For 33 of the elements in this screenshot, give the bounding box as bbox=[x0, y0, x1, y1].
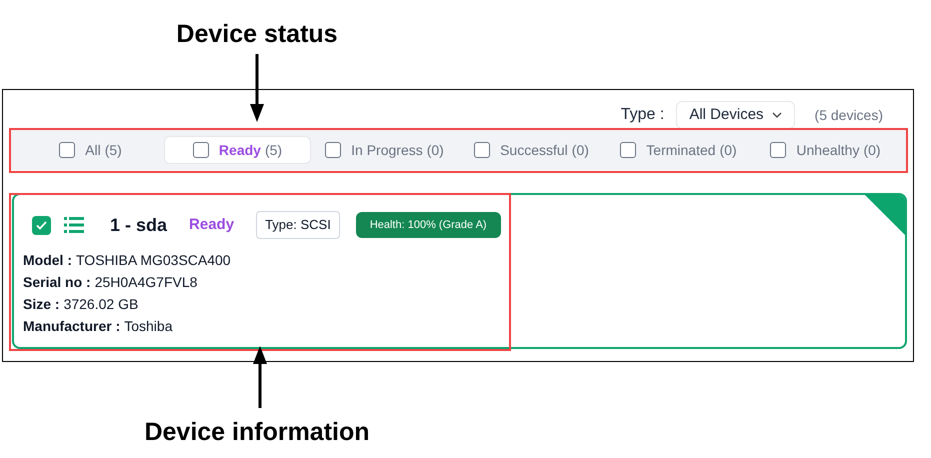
annotation-label: Device information bbox=[144, 417, 370, 448]
check-icon bbox=[36, 220, 47, 230]
device-status: Ready bbox=[189, 214, 234, 235]
field-value: 25H0A4G7FVL8 bbox=[94, 273, 198, 291]
annotation-label: Device status bbox=[176, 19, 338, 50]
checkbox[interactable] bbox=[325, 142, 342, 158]
device-count: (5 devices) bbox=[814, 106, 883, 125]
type-label: Type : bbox=[620, 105, 664, 125]
field-value: Toshiba bbox=[124, 317, 172, 335]
device-name: 1 - sda bbox=[110, 214, 168, 236]
field-label: Manufacturer : bbox=[23, 317, 120, 335]
field-value: TOSHIBA MG03SCA400 bbox=[76, 251, 231, 269]
field-value: 3726.02 GB bbox=[64, 295, 138, 313]
checkbox[interactable] bbox=[192, 142, 209, 158]
status-tab[interactable]: Ready (5) bbox=[164, 136, 311, 164]
health-tag: Health: 100% (Grade A) bbox=[356, 212, 501, 238]
type-dropdown[interactable]: All Devices bbox=[676, 101, 795, 129]
checkbox[interactable] bbox=[59, 142, 76, 158]
status-tab[interactable]: Terminated (0) bbox=[605, 136, 752, 164]
checkbox[interactable] bbox=[32, 216, 51, 234]
status-tab[interactable]: Unhealthy (0) bbox=[752, 136, 899, 164]
checkbox[interactable] bbox=[770, 142, 786, 158]
checkbox[interactable] bbox=[620, 142, 636, 158]
status-tab[interactable]: Successful (0) bbox=[458, 136, 605, 164]
chevron-down-icon bbox=[772, 112, 782, 118]
field-label: Model : bbox=[23, 251, 72, 269]
field-label: Serial no : bbox=[23, 273, 91, 291]
type-tag: Type: SCSI bbox=[256, 211, 340, 239]
list-icon bbox=[64, 217, 84, 233]
status-tab[interactable]: All (5) bbox=[17, 136, 164, 164]
checkbox[interactable] bbox=[474, 142, 490, 158]
field-label: Size : bbox=[23, 295, 60, 313]
status-tab[interactable]: In Progress (0) bbox=[311, 136, 458, 164]
